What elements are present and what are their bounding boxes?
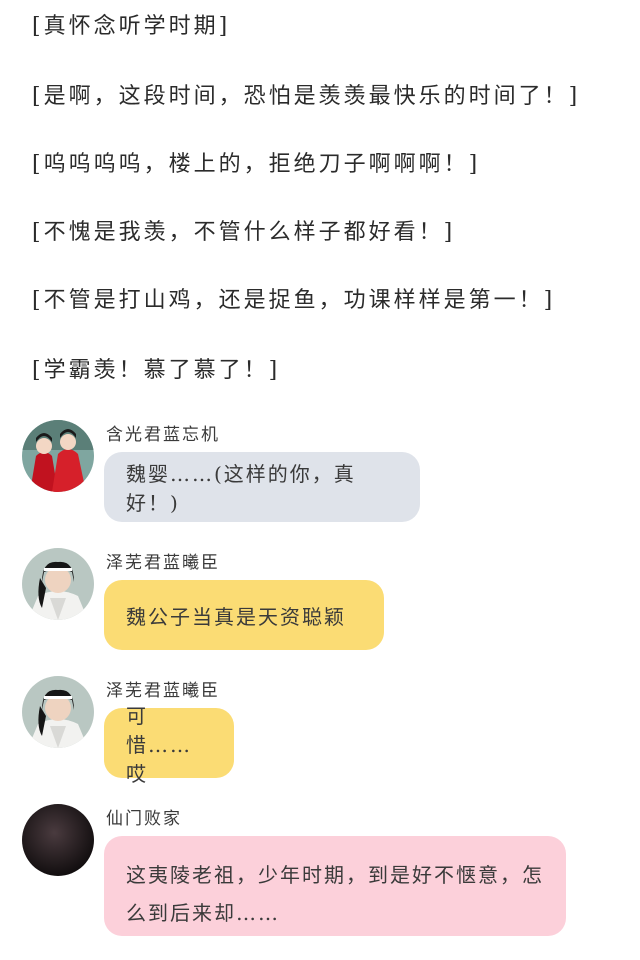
message-bubble: 可惜……哎	[104, 704, 234, 786]
message-bubble: 魏婴……(这样的你，真好！)	[104, 452, 420, 522]
message-bubble: 魏公子当真是天资聪颖	[104, 580, 384, 650]
sender-name: 含光君蓝忘机	[106, 425, 220, 445]
sender-name: 泽芜君蓝曦臣	[106, 681, 220, 701]
sender-name: 仙门败家	[106, 809, 182, 829]
chat-thread: 含光君蓝忘机 魏婴……(这样的你，真好！) 泽芜君蓝曦臣 魏公子当真是天资聪颖	[0, 0, 640, 960]
white-robed-man-avatar-icon[interactable]	[22, 548, 94, 620]
message-bubble: 这夷陵老祖，少年时期，到是好不惬意，怎么到后来却……	[104, 836, 566, 936]
sender-name: 泽芜君蓝曦臣	[106, 553, 220, 573]
dark-avatar-icon[interactable]	[22, 804, 94, 876]
white-robed-man-avatar-icon[interactable]	[22, 676, 94, 748]
red-robed-couple-avatar-icon[interactable]	[22, 420, 94, 492]
